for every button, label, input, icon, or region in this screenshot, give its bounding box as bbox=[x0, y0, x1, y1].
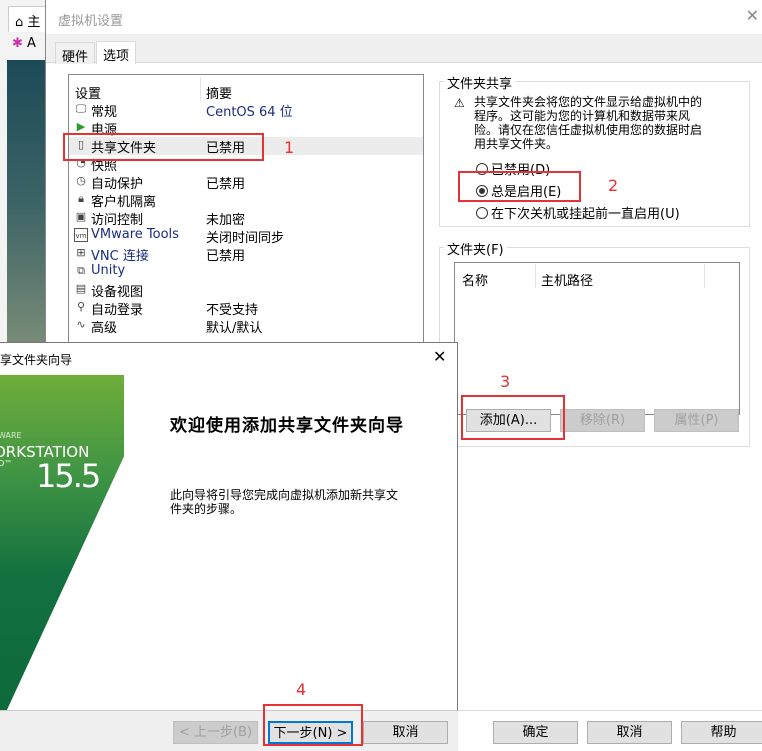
close-icon[interactable]: ✕ bbox=[746, 6, 759, 25]
radio-label: 在下次关机或挂起前一直启用(U) bbox=[491, 207, 680, 222]
annotation-4: 4 bbox=[296, 680, 307, 699]
lock-icon: 🔒︎ bbox=[78, 192, 84, 205]
play-icon: ▶ bbox=[76, 120, 86, 133]
banner-brand: WARE bbox=[0, 431, 22, 440]
unity-icon: ⧉ bbox=[77, 264, 85, 277]
setting-name: 自动登录 bbox=[91, 303, 144, 318]
setting-summary: 默认/默认 bbox=[206, 321, 263, 336]
wizard-title: 共享文件夹向导 bbox=[0, 353, 73, 367]
setting-summary: 不受支持 bbox=[206, 303, 259, 318]
vnc-icon: ⊞ bbox=[76, 246, 86, 259]
tab-hardware[interactable]: 硬件 bbox=[55, 42, 96, 65]
setting-name: VMware Tools bbox=[91, 227, 179, 242]
folder-properties-button[interactable]: 属性(P) bbox=[654, 409, 739, 432]
setting-name: Unity bbox=[91, 263, 126, 278]
folder-sharing-label: 文件夹共享 bbox=[444, 73, 516, 92]
vm-preview bbox=[7, 60, 47, 350]
annotation-box-3 bbox=[461, 395, 565, 440]
column-divider bbox=[200, 77, 201, 101]
column-divider bbox=[535, 264, 536, 288]
wizard-description: 此向导将引导您完成向虚拟机添加新共享文件夹的步骤。 bbox=[170, 488, 399, 516]
annotation-box-1 bbox=[63, 133, 264, 161]
col-setting-header[interactable]: 设置 bbox=[75, 83, 101, 102]
setting-summary: 未加密 bbox=[206, 213, 246, 228]
app-icon: ✱ bbox=[12, 36, 23, 51]
workstation-banner: WARE ORKSTATION O™ 15.5 bbox=[0, 375, 124, 710]
advanced-icon: ∿ bbox=[76, 318, 86, 331]
annotation-2: 2 bbox=[608, 176, 619, 195]
home-tab-label: 主 bbox=[27, 15, 41, 30]
setting-summary: 已禁用 bbox=[206, 177, 246, 192]
dialog-title: 虚拟机设置 bbox=[58, 14, 124, 29]
cancel-button[interactable]: 取消 bbox=[587, 721, 672, 744]
vm-icon: vm bbox=[74, 228, 88, 242]
folders-table[interactable]: 名称 主机路径 bbox=[454, 262, 740, 415]
settings-row[interactable]: 🔒︎ 客户机隔离 bbox=[69, 191, 423, 210]
settings-row[interactable]: vm VMware Tools 关闭时间同步 bbox=[69, 227, 423, 246]
users-icon: ⚲ bbox=[76, 300, 86, 313]
setting-summary: 已禁用 bbox=[206, 249, 246, 264]
settings-row[interactable]: ⊞ VNC 连接 已禁用 bbox=[69, 245, 423, 264]
setting-name: 客户机隔离 bbox=[91, 195, 157, 210]
setting-name: 设备视图 bbox=[91, 285, 144, 300]
close-icon[interactable]: ✕ bbox=[433, 347, 446, 366]
settings-row[interactable]: ▤ 设备视图 bbox=[69, 281, 423, 300]
access-control-icon: ▣ bbox=[75, 210, 87, 223]
col-name-header[interactable]: 名称 bbox=[462, 270, 488, 289]
device-view-icon: ▤ bbox=[75, 282, 87, 295]
setting-summary: 关闭时间同步 bbox=[206, 231, 285, 246]
setting-name: VNC 连接 bbox=[91, 249, 149, 264]
warning-icon: ⚠ bbox=[454, 96, 465, 110]
monitor-icon: 🖵 bbox=[75, 102, 87, 115]
wizard-button-bar: < 上一步(B) 下一步(N) > 取消 bbox=[0, 710, 458, 751]
annotation-3: 3 bbox=[500, 372, 511, 391]
shared-folder-wizard: 共享文件夹向导 ✕ WARE ORKSTATION O™ 15.5 欢迎使用添加… bbox=[0, 342, 458, 751]
tab-options[interactable]: 选项 bbox=[96, 41, 137, 64]
annotation-box-4 bbox=[263, 704, 363, 746]
col-summary-header[interactable]: 摘要 bbox=[206, 83, 232, 102]
radio-icon bbox=[476, 207, 488, 219]
setting-name: 访问控制 bbox=[91, 213, 144, 228]
annotation-1: 1 bbox=[284, 138, 295, 157]
wizard-heading: 欢迎使用添加共享文件夹向导 bbox=[170, 416, 404, 436]
setting-name: 常规 bbox=[91, 105, 118, 120]
settings-row[interactable]: 🖵 常规 CentOS 64 位 bbox=[69, 101, 423, 120]
back-button[interactable]: < 上一步(B) bbox=[173, 721, 258, 744]
banner-edition: O™ bbox=[0, 459, 13, 468]
home-tab[interactable]: ⌂ 主 bbox=[8, 6, 48, 32]
toolbar-item[interactable]: ✱ A bbox=[8, 36, 48, 58]
settings-row[interactable]: ▣ 访问控制 未加密 bbox=[69, 209, 423, 228]
column-divider bbox=[704, 264, 705, 288]
settings-row[interactable]: ⚲ 自动登录 不受支持 bbox=[69, 299, 423, 318]
remove-folder-button[interactable]: 移除(R) bbox=[560, 409, 645, 432]
col-path-header[interactable]: 主机路径 bbox=[541, 270, 593, 289]
folders-label: 文件夹(F) bbox=[444, 239, 507, 258]
settings-row[interactable]: ◷ 自动保护 已禁用 bbox=[69, 173, 423, 192]
title-bar: 虚拟机设置 ✕ bbox=[46, 0, 762, 34]
ok-button[interactable]: 确定 bbox=[493, 721, 578, 744]
settings-list: 设置 摘要 🖵 常规 CentOS 64 位 ▶ 电源 ▯ 共享文件夹 已禁用 ◔ 快照 ◷ 自动保护… bbox=[68, 74, 424, 354]
settings-row[interactable]: ∿ 高级 默认/默认 bbox=[69, 317, 423, 336]
setting-name: 高级 bbox=[91, 321, 118, 336]
toolbar-label: A bbox=[27, 36, 36, 51]
folder-sharing-group: 文件夹共享 ⚠ 共享文件夹会将您的文件显示给虚拟机中的程序。这可能为您的计算机和… bbox=[439, 73, 750, 227]
clock-icon: ◷ bbox=[76, 174, 86, 187]
annotation-box-2 bbox=[458, 171, 581, 202]
tab-strip: 硬件 选项 bbox=[46, 34, 762, 65]
settings-row[interactable]: ⧉ Unity bbox=[69, 263, 423, 281]
wizard-cancel-button[interactable]: 取消 bbox=[363, 721, 448, 744]
banner-version: 15.5 bbox=[36, 457, 101, 495]
setting-summary: CentOS 64 位 bbox=[206, 105, 293, 120]
setting-name: 自动保护 bbox=[91, 177, 144, 192]
radio-until-poweroff[interactable]: 在下次关机或挂起前一直启用(U) bbox=[476, 203, 680, 222]
warning-text: 共享文件夹会将您的文件显示给虚拟机中的程序。这可能为您的计算机和数据带来风险。请… bbox=[474, 95, 703, 151]
help-button[interactable]: 帮助 bbox=[681, 721, 762, 744]
